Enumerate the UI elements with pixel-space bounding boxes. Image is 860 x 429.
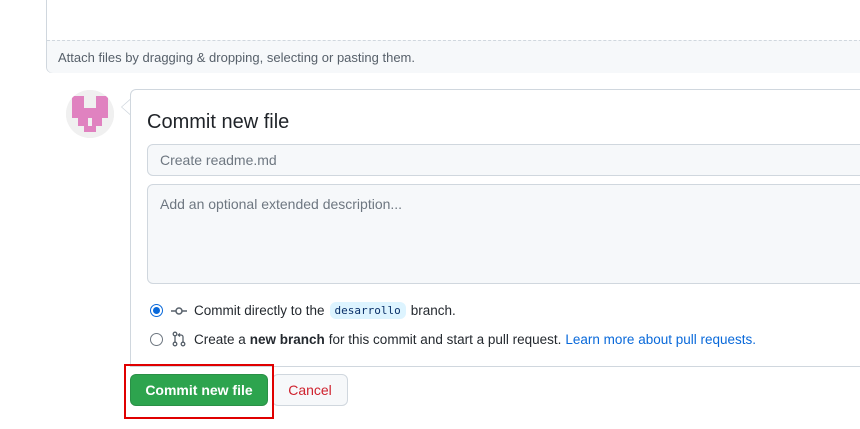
option-new-branch-middle: for this commit and start a pull request… <box>328 331 562 347</box>
cancel-button[interactable]: Cancel <box>272 374 348 406</box>
option-new-branch-bold: new branch <box>249 331 325 347</box>
avatar[interactable] <box>66 90 114 138</box>
option-new-branch-prefix: Create a <box>194 331 246 347</box>
attach-files-text: Attach files by dragging & dropping, sel… <box>58 50 415 65</box>
identicon-avatar-icon <box>66 90 114 138</box>
git-pull-request-icon <box>172 331 186 347</box>
commit-title: Commit new file <box>147 111 290 133</box>
radio-commit-directly[interactable] <box>150 304 163 317</box>
attach-files-bar[interactable]: Attach files by dragging & dropping, sel… <box>47 40 860 73</box>
option-direct-prefix: Commit directly to the <box>194 303 325 318</box>
option-commit-directly[interactable]: Commit directly to the desarrollo branch… <box>150 302 456 319</box>
comment-caret-inner <box>122 100 130 114</box>
highlight-box <box>124 364 274 419</box>
radio-new-branch[interactable] <box>150 332 163 346</box>
learn-more-link[interactable]: Learn more about pull requests. <box>565 332 756 347</box>
file-editor[interactable]: Attach files by dragging & dropping, sel… <box>46 0 860 73</box>
commit-summary-input[interactable] <box>147 144 860 176</box>
branch-name: desarrollo <box>329 302 406 319</box>
option-new-branch[interactable]: Create a new branch for this commit and … <box>150 331 756 347</box>
git-commit-icon <box>171 306 187 315</box>
option-direct-suffix: branch. <box>410 303 456 318</box>
commit-description-input[interactable] <box>147 184 860 284</box>
